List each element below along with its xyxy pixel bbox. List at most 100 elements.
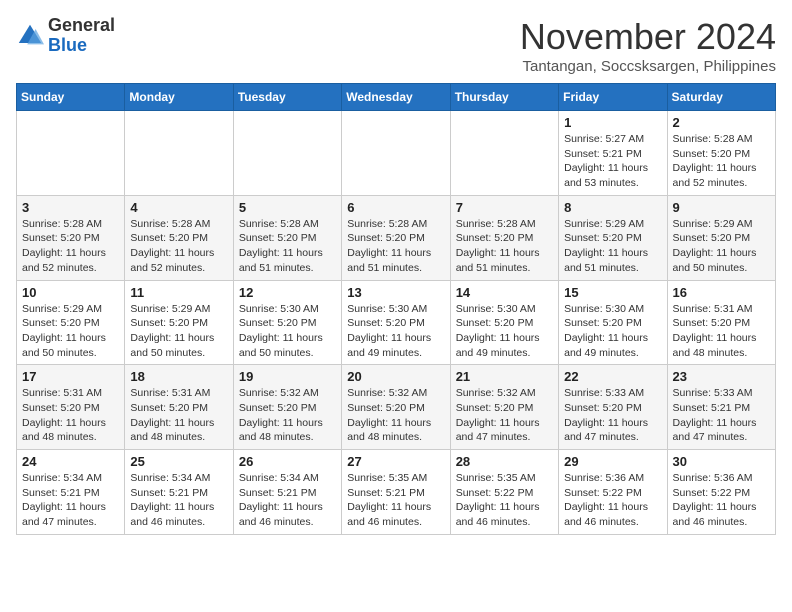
day-info: Sunrise: 5:28 AMSunset: 5:20 PMDaylight:…: [347, 217, 444, 276]
week-row-4: 17 Sunrise: 5:31 AMSunset: 5:20 PMDayligh…: [17, 365, 776, 450]
calendar-cell: 28 Sunrise: 5:35 AMSunset: 5:22 PMDayligh…: [450, 450, 558, 535]
calendar-cell: [17, 111, 125, 196]
calendar-cell: 8 Sunrise: 5:29 AMSunset: 5:20 PMDaylight…: [559, 195, 667, 280]
calendar-cell: 17 Sunrise: 5:31 AMSunset: 5:20 PMDayligh…: [17, 365, 125, 450]
day-info: Sunrise: 5:34 AMSunset: 5:21 PMDaylight:…: [130, 471, 227, 530]
calendar-cell: 23Sunrise: 5:33 AMSunset: 5:21 PMDayligh…: [667, 365, 775, 450]
day-number: 7: [456, 200, 553, 215]
calendar-cell: 27 Sunrise: 5:35 AMSunset: 5:21 PMDayligh…: [342, 450, 450, 535]
logo-general-text: General: [48, 15, 115, 35]
calendar-cell: 26 Sunrise: 5:34 AMSunset: 5:21 PMDayligh…: [233, 450, 341, 535]
calendar-cell: 22 Sunrise: 5:33 AMSunset: 5:20 PMDayligh…: [559, 365, 667, 450]
month-title: November 2024: [520, 16, 776, 58]
calendar-cell: 10 Sunrise: 5:29 AMSunset: 5:20 PMDayligh…: [17, 280, 125, 365]
calendar-cell: 29 Sunrise: 5:36 AMSunset: 5:22 PMDayligh…: [559, 450, 667, 535]
day-info: Sunrise: 5:29 AMSunset: 5:20 PMDaylight:…: [22, 302, 119, 361]
day-info: Sunrise: 5:30 AMSunset: 5:20 PMDaylight:…: [347, 302, 444, 361]
weekday-header-friday: Friday: [559, 84, 667, 111]
calendar-cell: [233, 111, 341, 196]
day-number: 12: [239, 285, 336, 300]
day-info: Sunrise: 5:29 AMSunset: 5:20 PMDaylight:…: [130, 302, 227, 361]
calendar-cell: 11 Sunrise: 5:29 AMSunset: 5:20 PMDayligh…: [125, 280, 233, 365]
day-number: 17: [22, 369, 119, 384]
day-info: Sunrise: 5:27 AMSunset: 5:21 PMDaylight:…: [564, 132, 661, 191]
day-number: 15: [564, 285, 661, 300]
calendar-cell: 4 Sunrise: 5:28 AMSunset: 5:20 PMDaylight…: [125, 195, 233, 280]
day-number: 16: [673, 285, 770, 300]
calendar-cell: 13 Sunrise: 5:30 AMSunset: 5:20 PMDayligh…: [342, 280, 450, 365]
day-number: 26: [239, 454, 336, 469]
day-info: Sunrise: 5:28 AMSunset: 5:20 PMDaylight:…: [130, 217, 227, 276]
day-number: 21: [456, 369, 553, 384]
day-number: 22: [564, 369, 661, 384]
day-info: Sunrise: 5:28 AMSunset: 5:20 PMDaylight:…: [456, 217, 553, 276]
day-number: 11: [130, 285, 227, 300]
day-info: Sunrise: 5:31 AMSunset: 5:20 PMDaylight:…: [673, 302, 770, 361]
day-info: Sunrise: 5:30 AMSunset: 5:20 PMDaylight:…: [239, 302, 336, 361]
logo: General Blue: [16, 16, 115, 56]
day-info: Sunrise: 5:31 AMSunset: 5:20 PMDaylight:…: [130, 386, 227, 445]
day-number: 8: [564, 200, 661, 215]
day-number: 13: [347, 285, 444, 300]
calendar-cell: 21Sunrise: 5:32 AMSunset: 5:20 PMDayligh…: [450, 365, 558, 450]
week-row-1: 1 Sunrise: 5:27 AMSunset: 5:21 PMDaylight…: [17, 111, 776, 196]
weekday-header-thursday: Thursday: [450, 84, 558, 111]
day-number: 24: [22, 454, 119, 469]
calendar-cell: 6Sunrise: 5:28 AMSunset: 5:20 PMDaylight…: [342, 195, 450, 280]
calendar-cell: 5 Sunrise: 5:28 AMSunset: 5:20 PMDaylight…: [233, 195, 341, 280]
day-number: 10: [22, 285, 119, 300]
day-number: 5: [239, 200, 336, 215]
day-info: Sunrise: 5:35 AMSunset: 5:21 PMDaylight:…: [347, 471, 444, 530]
day-info: Sunrise: 5:28 AMSunset: 5:20 PMDaylight:…: [673, 132, 770, 191]
calendar-cell: 20 Sunrise: 5:32 AMSunset: 5:20 PMDayligh…: [342, 365, 450, 450]
day-number: 1: [564, 115, 661, 130]
calendar-cell: 24Sunrise: 5:34 AMSunset: 5:21 PMDayligh…: [17, 450, 125, 535]
day-number: 27: [347, 454, 444, 469]
calendar-cell: 3Sunrise: 5:28 AMSunset: 5:20 PMDaylight…: [17, 195, 125, 280]
calendar-cell: [342, 111, 450, 196]
day-info: Sunrise: 5:29 AMSunset: 5:20 PMDaylight:…: [673, 217, 770, 276]
day-number: 2: [673, 115, 770, 130]
calendar-cell: 12 Sunrise: 5:30 AMSunset: 5:20 PMDayligh…: [233, 280, 341, 365]
day-number: 4: [130, 200, 227, 215]
day-number: 28: [456, 454, 553, 469]
calendar-cell: 14 Sunrise: 5:30 AMSunset: 5:20 PMDayligh…: [450, 280, 558, 365]
weekday-header-row: SundayMondayTuesdayWednesdayThursdayFrid…: [17, 84, 776, 111]
day-number: 29: [564, 454, 661, 469]
day-info: Sunrise: 5:33 AMSunset: 5:21 PMDaylight:…: [673, 386, 770, 445]
calendar-cell: 30Sunrise: 5:36 AMSunset: 5:22 PMDayligh…: [667, 450, 775, 535]
weekday-header-tuesday: Tuesday: [233, 84, 341, 111]
day-info: Sunrise: 5:36 AMSunset: 5:22 PMDaylight:…: [673, 471, 770, 530]
day-number: 20: [347, 369, 444, 384]
calendar-cell: 18 Sunrise: 5:31 AMSunset: 5:20 PMDayligh…: [125, 365, 233, 450]
calendar-cell: 15 Sunrise: 5:30 AMSunset: 5:20 PMDayligh…: [559, 280, 667, 365]
day-info: Sunrise: 5:33 AMSunset: 5:20 PMDaylight:…: [564, 386, 661, 445]
calendar-cell: 25 Sunrise: 5:34 AMSunset: 5:21 PMDayligh…: [125, 450, 233, 535]
day-info: Sunrise: 5:32 AMSunset: 5:20 PMDaylight:…: [347, 386, 444, 445]
day-number: 19: [239, 369, 336, 384]
day-number: 18: [130, 369, 227, 384]
day-info: Sunrise: 5:34 AMSunset: 5:21 PMDaylight:…: [239, 471, 336, 530]
day-number: 14: [456, 285, 553, 300]
day-info: Sunrise: 5:36 AMSunset: 5:22 PMDaylight:…: [564, 471, 661, 530]
calendar-cell: 16 Sunrise: 5:31 AMSunset: 5:20 PMDayligh…: [667, 280, 775, 365]
day-info: Sunrise: 5:29 AMSunset: 5:20 PMDaylight:…: [564, 217, 661, 276]
week-row-5: 24 Sunrise: 5:34 AMSunset: 5:21 PMDayligh…: [17, 450, 776, 535]
day-info: Sunrise: 5:30 AMSunset: 5:20 PMDaylight:…: [456, 302, 553, 361]
title-block: November 2024 Tantangan, Soccsksargen, P…: [520, 16, 776, 75]
logo-icon: [16, 22, 44, 50]
day-info: Sunrise: 5:30 AMSunset: 5:20 PMDaylight:…: [564, 302, 661, 361]
week-row-2: 3Sunrise: 5:28 AMSunset: 5:20 PMDaylight…: [17, 195, 776, 280]
calendar-table: SundayMondayTuesdayWednesdayThursdayFrid…: [16, 83, 776, 535]
day-info: Sunrise: 5:31 AMSunset: 5:20 PMDaylight:…: [22, 386, 119, 445]
calendar-cell: [125, 111, 233, 196]
day-info: Sunrise: 5:28 AMSunset: 5:20 PMDaylight:…: [239, 217, 336, 276]
calendar-cell: 7 Sunrise: 5:28 AMSunset: 5:20 PMDaylight…: [450, 195, 558, 280]
calendar-cell: 9Sunrise: 5:29 AMSunset: 5:20 PMDaylight…: [667, 195, 775, 280]
calendar-cell: [450, 111, 558, 196]
page-header: General Blue November 2024 Tantangan, So…: [16, 16, 776, 75]
weekday-header-sunday: Sunday: [17, 84, 125, 111]
day-number: 25: [130, 454, 227, 469]
day-info: Sunrise: 5:35 AMSunset: 5:22 PMDaylight:…: [456, 471, 553, 530]
calendar-cell: 1 Sunrise: 5:27 AMSunset: 5:21 PMDaylight…: [559, 111, 667, 196]
